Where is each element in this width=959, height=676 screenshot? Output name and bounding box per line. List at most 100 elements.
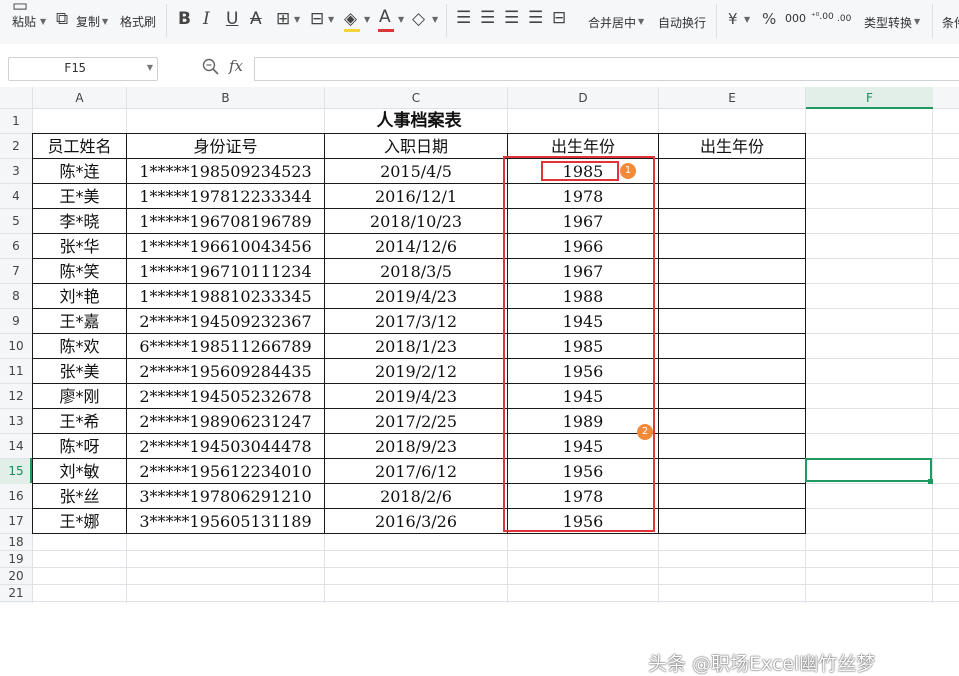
cell-name[interactable]: 张*美 — [33, 359, 126, 384]
spreadsheet-grid[interactable]: A B C D E F 1 2 3 4 5 6 7 8 9 10 11 12 1… — [0, 87, 959, 675]
zoom-icon[interactable] — [201, 57, 221, 77]
conditional-format-button[interactable]: 条件 — [938, 0, 959, 44]
cell-date[interactable]: 2018/1/23 — [325, 334, 507, 359]
row-header[interactable]: 9 — [0, 309, 32, 334]
cell-date[interactable]: 2018/3/5 — [325, 259, 507, 284]
format-painter-button[interactable]: 格式刷 — [116, 0, 162, 44]
merge-center-button[interactable]: 合并居中 ▼ — [586, 0, 650, 44]
cell-id[interactable]: 2*****194509232367 — [127, 309, 324, 334]
cell-date[interactable]: 2018/10/23 — [325, 209, 507, 234]
cell-name[interactable]: 刘*敏 — [33, 459, 126, 484]
cell-name[interactable]: 张*华 — [33, 234, 126, 259]
cell-date[interactable]: 2018/2/6 — [325, 484, 507, 509]
function-icon[interactable]: fx — [229, 57, 243, 75]
cell-date[interactable]: 2017/2/25 — [325, 409, 507, 434]
cell-name[interactable]: 廖*刚 — [33, 384, 126, 409]
header-cell-name[interactable]: 员工姓名 — [33, 134, 126, 159]
cell-name[interactable]: 刘*艳 — [33, 284, 126, 309]
cell-name[interactable]: 王*美 — [33, 184, 126, 209]
align-center-button[interactable]: ☰ — [478, 0, 498, 44]
cell-date[interactable]: 2019/2/12 — [325, 359, 507, 384]
row-header[interactable]: 16 — [0, 484, 32, 509]
align-right-button[interactable]: ☰ — [502, 0, 522, 44]
cell-name[interactable]: 王*嘉 — [33, 309, 126, 334]
cell-id[interactable]: 6*****198511266789 — [127, 334, 324, 359]
cell-name[interactable]: 王*希 — [33, 409, 126, 434]
row-header[interactable]: 4 — [0, 184, 32, 209]
row-header[interactable]: 10 — [0, 334, 32, 359]
cell-date[interactable]: 2019/4/23 — [325, 284, 507, 309]
cell-date[interactable]: 2016/3/26 — [325, 509, 507, 534]
clear-format-button[interactable]: ◇ ▼ — [410, 0, 440, 44]
cell-name[interactable]: 陈*笑 — [33, 259, 126, 284]
row-header[interactable]: 21 — [0, 585, 32, 601]
row-header[interactable]: 18 — [0, 534, 32, 550]
row-header[interactable]: 2 — [0, 134, 32, 159]
cell-id[interactable]: 1*****198810233345 — [127, 284, 324, 309]
formula-input[interactable] — [254, 57, 959, 81]
cell-id[interactable]: 2*****195609284435 — [127, 359, 324, 384]
cell-id[interactable]: 3*****195605131189 — [127, 509, 324, 534]
percent-button[interactable]: % — [760, 0, 780, 44]
column-header-f[interactable]: F — [806, 87, 933, 109]
decrease-decimal-button[interactable]: .00 — [836, 0, 858, 44]
name-box[interactable]: F15 ▼ — [8, 57, 158, 81]
borders-button[interactable]: ⊞ ▼ — [274, 0, 302, 44]
selected-cell-f15[interactable] — [805, 458, 932, 482]
cell-style-button[interactable]: ⊟ ▼ — [308, 0, 338, 44]
row-header[interactable]: 7 — [0, 259, 32, 284]
column-header-c[interactable]: C — [325, 87, 507, 109]
row-header[interactable]: 6 — [0, 234, 32, 259]
row-header[interactable]: 5 — [0, 209, 32, 234]
cell-id[interactable]: 2*****195612234010 — [127, 459, 324, 484]
cell-id[interactable]: 2*****194503044478 — [127, 434, 324, 459]
table-title[interactable]: 人事档案表 — [33, 109, 805, 134]
cell-name[interactable]: 王*娜 — [33, 509, 126, 534]
font-color-button[interactable]: A ▼ — [376, 0, 406, 44]
bold-button[interactable]: B — [176, 0, 198, 44]
cell-name[interactable]: 陈*欢 — [33, 334, 126, 359]
cell-name[interactable]: 陈*呀 — [33, 434, 126, 459]
strikethrough-button[interactable]: A — [248, 0, 268, 44]
cell-date[interactable]: 2016/12/1 — [325, 184, 507, 209]
paste-button[interactable]: ▭ 粘贴 ▼ — [4, 0, 48, 44]
column-header-d[interactable]: D — [508, 87, 658, 109]
row-header[interactable]: 17 — [0, 509, 32, 534]
row-header-selected[interactable]: 15 — [0, 459, 32, 484]
row-header[interactable]: 14 — [0, 434, 32, 459]
row-header[interactable]: 8 — [0, 284, 32, 309]
cell-id[interactable]: 1*****196708196789 — [127, 209, 324, 234]
cell-date[interactable]: 2019/4/23 — [325, 384, 507, 409]
cell-date[interactable]: 2018/9/23 — [325, 434, 507, 459]
cell-name[interactable]: 张*丝 — [33, 484, 126, 509]
italic-button[interactable]: I — [200, 0, 220, 44]
cell-date[interactable]: 2015/4/5 — [325, 159, 507, 184]
fill-color-button[interactable]: ◈ ▼ — [342, 0, 372, 44]
row-header[interactable]: 19 — [0, 551, 32, 567]
wrap-text-button[interactable]: 自动换行 — [656, 0, 712, 44]
column-header-a[interactable]: A — [33, 87, 126, 109]
distribute-button[interactable]: ⊟ — [550, 0, 572, 44]
row-header[interactable]: 1 — [0, 109, 32, 134]
column-header-e[interactable]: E — [659, 87, 805, 109]
row-header[interactable]: 11 — [0, 359, 32, 384]
thousands-button[interactable]: 000 — [784, 0, 808, 44]
copy-button[interactable]: ⧉ 复制 ▼ — [54, 0, 110, 44]
row-header[interactable]: 12 — [0, 384, 32, 409]
cell-name[interactable]: 陈*连 — [33, 159, 126, 184]
column-header-b[interactable]: B — [127, 87, 324, 109]
cell-date[interactable]: 2017/6/12 — [325, 459, 507, 484]
increase-decimal-button[interactable]: ⁺⁰.00 — [810, 0, 834, 44]
header-cell-date[interactable]: 入职日期 — [325, 134, 507, 159]
currency-button[interactable]: ¥ ▼ — [724, 0, 756, 44]
cell-id[interactable]: 1*****196710111234 — [127, 259, 324, 284]
align-left-button[interactable]: ☰ — [454, 0, 474, 44]
cell-id[interactable]: 1*****196610043456 — [127, 234, 324, 259]
row-header[interactable]: 13 — [0, 409, 32, 434]
underline-button[interactable]: U — [224, 0, 244, 44]
type-convert-button[interactable]: 类型转换 ▼ — [862, 0, 926, 44]
cell-id[interactable]: 2*****198906231247 — [127, 409, 324, 434]
justify-button[interactable]: ☰ — [526, 0, 546, 44]
header-cell-id[interactable]: 身份证号 — [127, 134, 324, 159]
cell-id[interactable]: 1*****198509234523 — [127, 159, 324, 184]
